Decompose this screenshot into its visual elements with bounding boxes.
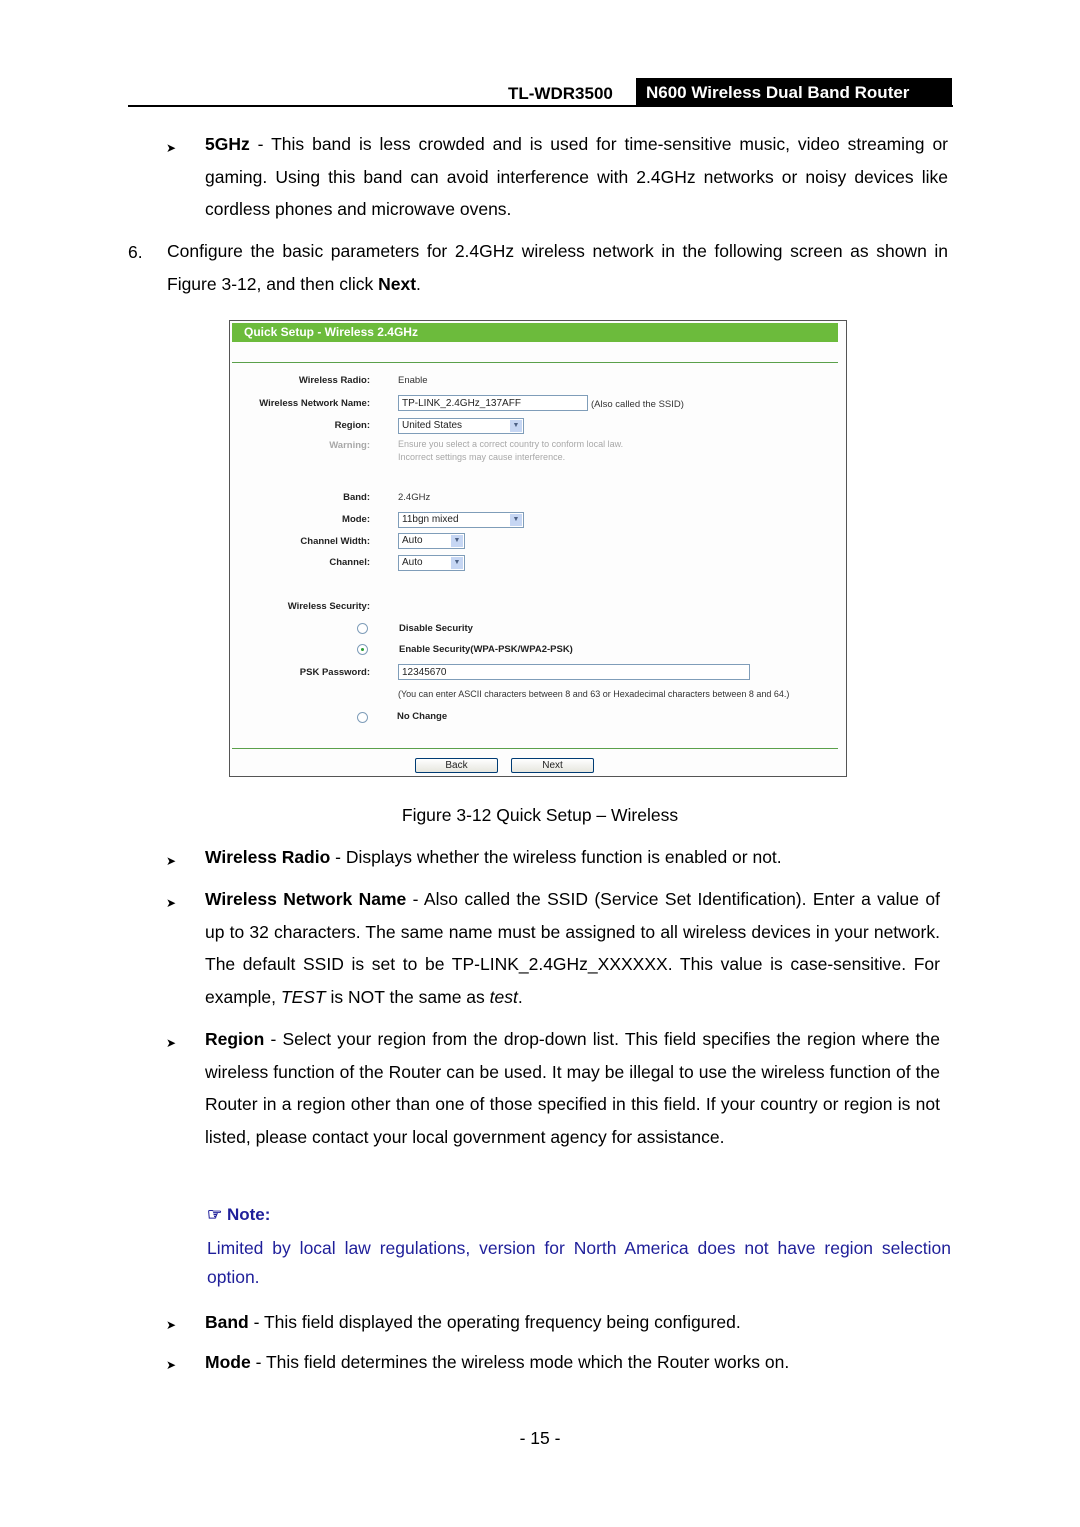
definition-text: - Select your region from the drop-down … [205, 1029, 940, 1147]
definition-text: - This field displayed the operating fre… [248, 1312, 741, 1332]
warning-line-2: Incorrect settings may cause interferenc… [398, 452, 566, 462]
chevron-down-icon: ▼ [510, 420, 522, 432]
band-label: Band: [343, 492, 370, 503]
bullet-arrow-icon: ➤ [166, 896, 177, 910]
next-button[interactable]: Next [511, 758, 594, 773]
channel-width-value: Auto [402, 535, 423, 546]
mode-label: Mode: [342, 514, 370, 525]
chevron-down-icon: ▼ [451, 557, 463, 569]
wireless-radio-label: Wireless Radio: [298, 375, 370, 386]
step-6-text: Configure the basic parameters for 2.4GH… [167, 235, 948, 300]
no-change-radio[interactable] [357, 712, 368, 723]
figure-bottom-divider [232, 748, 838, 749]
note-label: Note: [226, 1205, 271, 1224]
disable-security-radio[interactable] [357, 623, 368, 634]
definition-band: Band - This field displayed the operatin… [205, 1306, 945, 1339]
definition-text-end: . [517, 986, 523, 1007]
mode-select-value: 11bgn mixed [402, 514, 459, 525]
channel-width-select[interactable]: Auto ▼ [398, 533, 465, 549]
quick-setup-figure: Quick Setup - Wireless 2.4GHz Wireless R… [229, 320, 847, 777]
band-value: 2.4GHz [398, 492, 431, 503]
warning-line-1: Ensure you select a correct country to c… [398, 439, 624, 449]
step-text-before: Configure the basic parameters for 2.4GH… [167, 241, 948, 294]
header-rule [128, 105, 953, 107]
chevron-down-icon: ▼ [451, 535, 463, 547]
bullet-5ghz-text: - This band is less crowded and is used … [205, 134, 948, 219]
header-product: N600 Wireless Dual Band Router [636, 78, 952, 106]
note-heading: ☞ Note: [207, 1205, 270, 1225]
psk-password-input[interactable]: 12345670 [398, 664, 750, 680]
enable-security-label: Enable Security(WPA-PSK/WPA2-PSK) [399, 644, 573, 655]
figure-top-divider [232, 362, 838, 363]
network-name-input[interactable]: TP-LINK_2.4GHz_137AFF [398, 395, 588, 411]
region-label: Region: [334, 420, 370, 431]
definition-term: Band [205, 1312, 249, 1332]
mode-select[interactable]: 11bgn mixed ▼ [398, 512, 524, 528]
definition-example-lower: test [489, 986, 518, 1007]
step-number: 6. [128, 242, 143, 262]
wireless-security-label: Wireless Security: [287, 601, 370, 612]
definition-example-upper: TEST [280, 986, 326, 1007]
definition-mode: Mode - This field determines the wireles… [205, 1346, 945, 1379]
psk-hint: (You can enter ASCII characters between … [398, 689, 790, 699]
page-number: - 15 - [519, 1428, 561, 1448]
channel-label: Channel: [329, 557, 370, 568]
note-text: Limited by local law regulations, versio… [207, 1238, 951, 1287]
header-model: TL-WDR3500 [508, 84, 613, 103]
channel-width-label: Channel Width: [300, 536, 370, 547]
bullet-5ghz-term: 5GHz [205, 134, 250, 154]
wireless-radio-value: Enable [398, 375, 428, 386]
enable-security-radio[interactable] [357, 644, 368, 655]
definition-term: Region [205, 1029, 265, 1049]
definition-wireless-network-name: Wireless Network Name - Also called the … [205, 883, 940, 1013]
bullet-arrow-icon: ➤ [166, 1036, 177, 1050]
psk-password-label: PSK Password: [299, 667, 370, 678]
figure-title-bar: Quick Setup - Wireless 2.4GHz [232, 323, 838, 342]
definition-region: Region - Select your region from the dro… [205, 1023, 940, 1153]
definition-term: Mode [205, 1352, 251, 1372]
region-select-value: United States [402, 420, 463, 431]
definition-term: Wireless Radio [205, 847, 331, 867]
region-select[interactable]: United States ▼ [398, 418, 524, 434]
channel-select[interactable]: Auto ▼ [398, 555, 465, 571]
back-button[interactable]: Back [415, 758, 498, 773]
pointing-hand-icon: ☞ [207, 1205, 223, 1224]
bullet-5ghz: 5GHz - This band is less crowded and is … [205, 128, 948, 226]
figure-caption: Figure 3-12 Quick Setup – Wireless [401, 805, 679, 825]
step-text-after: . [416, 273, 421, 294]
bullet-arrow-icon: ➤ [166, 1358, 177, 1372]
step-text-bold: Next [378, 273, 417, 294]
definition-text: - This field determines the wireless mod… [250, 1352, 790, 1372]
network-name-hint: (Also called the SSID) [591, 399, 684, 410]
disable-security-label: Disable Security [399, 623, 473, 634]
definition-text: - Displays whether the wireless function… [330, 847, 782, 867]
channel-value: Auto [402, 557, 423, 568]
no-change-label: No Change [397, 711, 448, 722]
bullet-arrow-icon: ➤ [166, 141, 177, 155]
definition-term: Wireless Network Name [205, 889, 407, 909]
bullet-arrow-icon: ➤ [166, 1318, 177, 1332]
bullet-arrow-icon: ➤ [166, 854, 177, 868]
definition-text-mid: is NOT the same as [325, 986, 490, 1007]
network-name-label: Wireless Network Name: [259, 398, 370, 409]
definition-wireless-radio: Wireless Radio - Displays whether the wi… [205, 841, 940, 874]
warning-label: Warning: [329, 440, 370, 451]
chevron-down-icon: ▼ [510, 514, 522, 526]
